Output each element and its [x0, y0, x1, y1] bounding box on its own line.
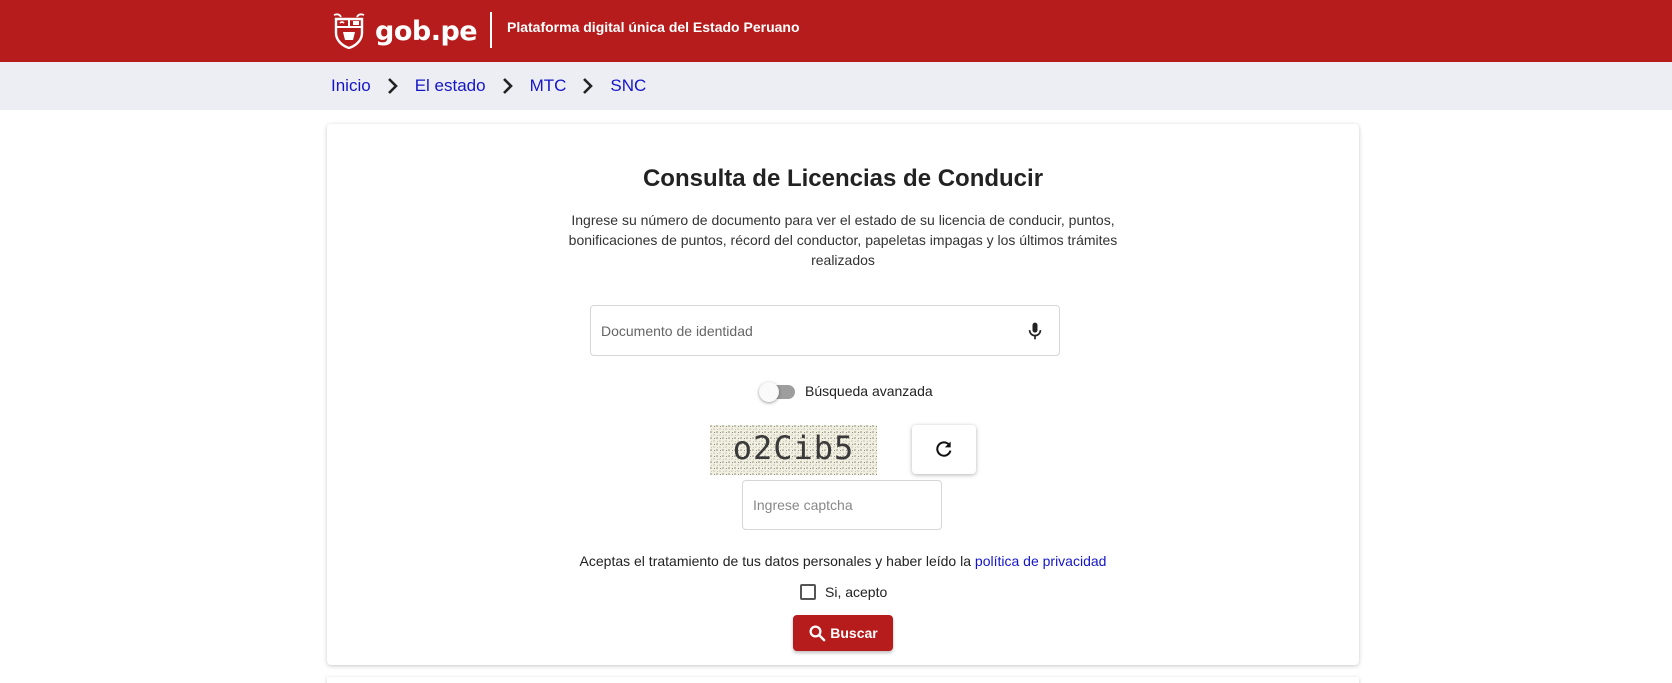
breadcrumb-snc[interactable]: SNC	[610, 76, 646, 96]
privacy-consent-text: Aceptas el tratamiento de tus datos pers…	[327, 553, 1359, 569]
captcha-image: o2Cib5	[710, 425, 877, 475]
chevron-right-icon	[583, 78, 594, 94]
privacy-policy-link[interactable]: política de privacidad	[975, 553, 1107, 569]
consent-text: Aceptas el tratamiento de tus datos pers…	[579, 553, 975, 569]
next-card-edge	[327, 677, 1359, 683]
microphone-icon[interactable]	[1025, 321, 1045, 341]
page-title: Consulta de Licencias de Conducir	[642, 165, 1044, 192]
search-button-label: Buscar	[830, 625, 878, 641]
search-icon	[809, 625, 826, 642]
page-description: Ingrese su número de documento para ver …	[568, 212, 1118, 268]
breadcrumb-bar: Inicio El estado MTC SNC	[0, 62, 1672, 110]
top-header: gob.pe Plataforma digital única del Esta…	[0, 0, 1672, 62]
document-field	[590, 305, 1060, 356]
advanced-search-row: Búsqueda avanzada	[759, 380, 933, 402]
header-divider	[490, 12, 492, 48]
accept-checkbox[interactable]	[800, 584, 816, 600]
document-input[interactable]	[591, 306, 1011, 355]
captcha-input[interactable]	[743, 481, 941, 529]
refresh-icon	[936, 441, 952, 457]
breadcrumb-el-estado[interactable]: El estado	[415, 76, 486, 96]
breadcrumb-inicio[interactable]: Inicio	[331, 76, 371, 96]
accept-row: Si, acepto	[800, 582, 887, 602]
chevron-right-icon	[387, 78, 398, 94]
toggle-thumb	[759, 382, 779, 402]
search-button[interactable]: Buscar	[793, 615, 893, 651]
gob-pe-logo[interactable]: gob.pe	[331, 12, 478, 50]
captcha-refresh-button[interactable]	[912, 425, 976, 474]
captcha-field	[742, 480, 942, 530]
captcha-text: o2Cib5	[732, 429, 855, 467]
logo-text: gob.pe	[375, 15, 478, 47]
header-tagline: Plataforma digital única del Estado Peru…	[507, 19, 800, 35]
license-query-card: Consulta de Licencias de Conducir Ingres…	[327, 124, 1359, 665]
breadcrumb: Inicio El estado MTC SNC	[331, 76, 646, 96]
accept-label: Si, acepto	[825, 584, 888, 600]
chevron-right-icon	[502, 78, 513, 94]
advanced-search-label: Búsqueda avanzada	[805, 383, 933, 399]
peru-coat-of-arms-icon	[333, 13, 365, 49]
advanced-search-toggle[interactable]	[759, 380, 795, 402]
breadcrumb-mtc[interactable]: MTC	[530, 76, 567, 96]
